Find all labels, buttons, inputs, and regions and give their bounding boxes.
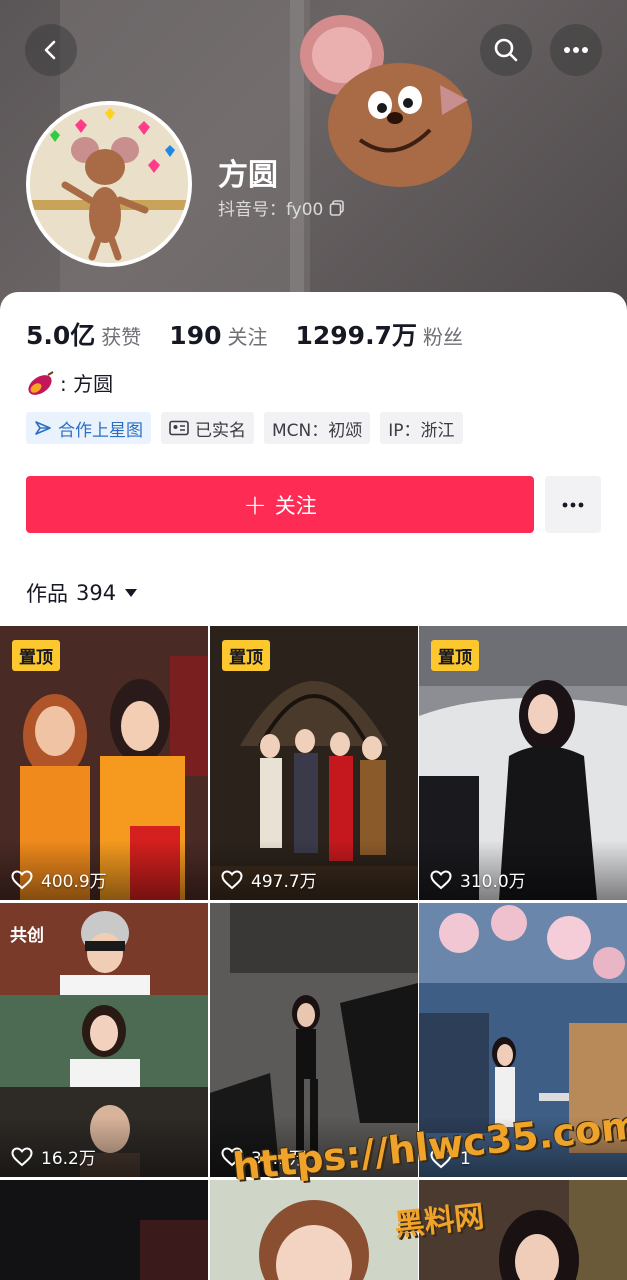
tag-star-map[interactable]: 合作上星图: [26, 412, 151, 444]
douyin-id-text: 抖音号：fy00: [218, 200, 324, 220]
pinned-badge: 置顶: [12, 640, 60, 671]
works-label: 作品: [26, 582, 68, 606]
thumbnail-dark-scene: [0, 1180, 208, 1280]
stat-following[interactable]: 190 关注: [169, 321, 267, 350]
video-tile[interactable]: [0, 1180, 208, 1280]
heart-icon: [11, 869, 33, 889]
watermark-site-name: 黑料网: [392, 1199, 486, 1244]
heart-icon: [11, 1146, 33, 1166]
like-count: 16.2万: [11, 1144, 96, 1169]
like-count-text: 16.2万: [41, 1149, 96, 1169]
cocreation-badge: 共创: [10, 926, 44, 946]
bio-text: : 方圆: [60, 372, 114, 396]
video-tile[interactable]: [210, 1180, 418, 1280]
tag-ip: IP：浙江: [380, 412, 463, 444]
pinned-badge: 置顶: [222, 640, 270, 671]
stat-followers-number: 1299.7万: [295, 321, 417, 350]
search-icon: [494, 38, 518, 62]
star-map-icon: [35, 421, 51, 435]
stat-following-number: 190: [169, 321, 222, 350]
more-icon: [564, 47, 588, 53]
tag-mcn[interactable]: MCN：初颂: [264, 412, 371, 444]
like-count-text: 310.0万: [460, 872, 526, 892]
more-icon: [562, 502, 584, 507]
tag-verified[interactable]: 已实名: [161, 412, 254, 444]
follow-button-label: 关注: [274, 493, 317, 518]
tag-star-map-label: 合作上星图: [58, 420, 143, 441]
like-count: 400.9万: [11, 867, 107, 892]
tag-row: 合作上星图 已实名 MCN：初颂 IP：浙江: [26, 412, 463, 444]
id-card-icon: [169, 420, 189, 436]
back-icon: [44, 40, 56, 60]
caret-down-icon: [125, 589, 138, 597]
follow-more-button[interactable]: [545, 476, 601, 533]
follow-button[interactable]: + 关注: [26, 476, 534, 533]
video-tile[interactable]: 置顶 497.7万: [210, 626, 418, 900]
pinned-badge: 置顶: [431, 640, 479, 671]
search-button[interactable]: [480, 24, 532, 76]
back-button[interactable]: [25, 24, 77, 76]
tag-verified-label: 已实名: [195, 420, 246, 441]
works-tab[interactable]: 作品 394: [26, 578, 138, 608]
tag-ip-label: IP：浙江: [388, 420, 455, 441]
more-options-button[interactable]: [550, 24, 602, 76]
thumbnail-woman-portrait-winking: [210, 1180, 418, 1280]
stat-followers[interactable]: 1299.7万 粉丝: [295, 316, 462, 352]
stats-row: 5.0亿 获赞 190 关注 1299.7万 粉丝: [26, 316, 463, 352]
video-tile[interactable]: 共创 16.2万: [0, 903, 208, 1177]
like-count: 310.0万: [430, 867, 526, 892]
video-tile[interactable]: 置顶 310.0万: [419, 626, 627, 900]
stat-likes: 5.0亿 获赞: [26, 316, 141, 352]
like-count-text: 400.9万: [41, 872, 107, 892]
like-count: 497.7万: [221, 867, 317, 892]
like-count-text: 497.7万: [251, 872, 317, 892]
heart-icon: [430, 869, 452, 889]
stat-followers-label: 粉丝: [422, 325, 463, 349]
bio: : 方圆: [26, 368, 113, 397]
plus-icon: +: [243, 488, 267, 521]
copy-icon[interactable]: [329, 199, 345, 216]
stat-following-label: 关注: [227, 325, 268, 349]
douyin-id: 抖音号：fy00: [218, 195, 345, 220]
video-tile[interactable]: 置顶 400.9万: [0, 626, 208, 900]
jerry-mouse-illustration: [300, 15, 472, 187]
tag-mcn-label: MCN：初颂: [272, 420, 363, 441]
avatar[interactable]: [26, 101, 192, 267]
stat-likes-label: 获赞: [101, 325, 142, 349]
works-count: 394: [76, 581, 117, 605]
stat-likes-number: 5.0亿: [26, 321, 96, 350]
avatar-jerry-hearts-image: [30, 105, 188, 263]
sweet-potato-icon: [28, 370, 54, 395]
heart-icon: [221, 869, 243, 889]
nickname: 方圆: [218, 158, 278, 193]
